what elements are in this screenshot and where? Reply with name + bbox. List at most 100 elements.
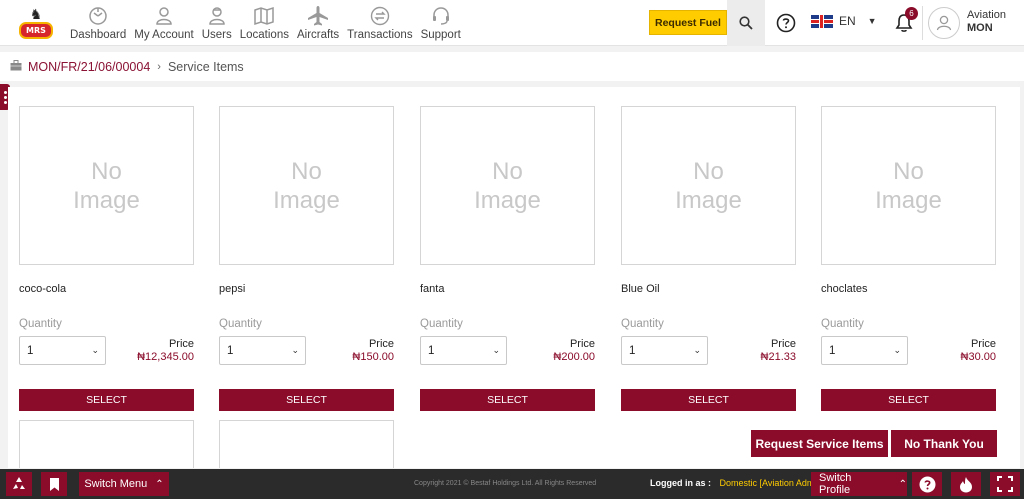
price-label: Price — [168, 338, 194, 350]
briefcase-icon — [10, 59, 22, 74]
user-menu[interactable]: Aviation MON — [967, 9, 1006, 35]
image-placeholder-text: Image — [875, 186, 942, 214]
footer-bar: Switch Menu ⌃ Copyright 2021 © Bestaf Ho… — [0, 469, 1024, 499]
image-placeholder-text: No — [893, 157, 924, 185]
quantity-label: Quantity — [821, 318, 864, 330]
expand-icon — [997, 476, 1013, 492]
question-icon — [776, 13, 796, 33]
recycle-button[interactable] — [6, 472, 32, 496]
select-button[interactable]: SELECT — [420, 389, 595, 411]
image-placeholder-text: No — [291, 157, 322, 185]
breadcrumb-order-link[interactable]: MON/FR/21/06/00004 — [28, 60, 150, 74]
price-block: Price ₦21.33 — [761, 338, 796, 364]
select-button[interactable]: SELECT — [621, 389, 796, 411]
product-image-placeholder: No Image — [821, 106, 996, 265]
price-value: ₦21.33 — [760, 351, 796, 363]
product-image-placeholder: No Image — [19, 106, 194, 265]
image-placeholder-text: No — [492, 157, 523, 185]
chevron-down-icon: ⌄ — [91, 345, 99, 355]
product-name: coco-cola — [19, 283, 67, 295]
bookmark-button[interactable] — [41, 472, 67, 496]
quantity-select[interactable]: 1 ⌄ — [621, 336, 708, 365]
top-navbar: ♞ MRS Dashboard My Account Users Locatio… — [0, 0, 1024, 46]
user-org: MON — [967, 22, 993, 34]
divider — [922, 6, 923, 40]
nav-my-account[interactable]: My Account — [130, 0, 197, 46]
product-card: No Image choclates Quantity 1 ⌄ Price ₦30.0… — [821, 106, 996, 411]
switch-menu-button[interactable]: Switch Menu ⌃ — [79, 472, 169, 496]
user-name: Aviation — [967, 9, 1006, 21]
nav-label: Transactions — [347, 28, 413, 41]
image-placeholder-text: No — [91, 157, 122, 185]
quantity-value: 1 — [428, 344, 435, 357]
nav-users[interactable]: Users — [198, 0, 236, 46]
breadcrumb-current: Service Items — [167, 59, 244, 74]
avatar[interactable] — [928, 7, 960, 39]
fullscreen-button[interactable] — [990, 472, 1020, 496]
request-fuel-button[interactable]: Request Fuel — [649, 10, 727, 35]
nav-aircrafts[interactable]: Aircrafts — [293, 0, 343, 46]
nav-label: Locations — [239, 28, 289, 41]
help-button[interactable] — [912, 472, 942, 496]
nav-locations[interactable]: Locations — [236, 0, 293, 46]
nav-dashboard[interactable]: Dashboard — [66, 0, 130, 46]
select-button[interactable]: SELECT — [219, 389, 394, 411]
language-selector[interactable]: EN ▼ — [811, 14, 877, 28]
quantity-select[interactable]: 1 ⌄ — [821, 336, 908, 365]
quantity-select[interactable]: 1 ⌄ — [219, 336, 306, 365]
switch-profile-label: Switch Profile — [819, 472, 852, 496]
quantity-select[interactable]: 1 ⌄ — [420, 336, 507, 365]
price-label: Price — [368, 338, 394, 350]
logged-in-info: Logged in as : Domestic [Aviation Admin] — [650, 478, 824, 488]
nav-support[interactable]: Support — [417, 0, 465, 46]
logged-in-label: Logged in as : — [650, 478, 712, 488]
image-placeholder-text: No — [693, 157, 724, 185]
question-icon — [919, 476, 935, 492]
image-placeholder-text: Image — [675, 186, 742, 214]
chevron-down-icon: ⌄ — [492, 345, 500, 355]
logo-badge: MRS — [19, 21, 53, 39]
map-icon — [253, 5, 275, 27]
quantity-select[interactable]: 1 ⌄ — [19, 336, 106, 365]
chevron-down-icon: ⌄ — [893, 345, 901, 355]
nav-transactions[interactable]: Transactions — [343, 0, 416, 46]
airplane-icon — [307, 5, 329, 27]
recycle-icon — [13, 477, 25, 489]
dot-icon — [3, 95, 7, 99]
select-button[interactable]: SELECT — [19, 389, 194, 411]
quantity-value: 1 — [629, 344, 636, 357]
price-value: ₦200.00 — [553, 351, 595, 363]
price-value: ₦150.00 — [352, 351, 394, 363]
dot-icon — [3, 100, 7, 104]
exchange-icon — [369, 5, 391, 27]
caret-down-icon: ▼ — [867, 16, 877, 26]
notifications-button[interactable]: 6 — [892, 7, 918, 36]
image-placeholder-text: Image — [73, 186, 140, 214]
fire-icon — [960, 476, 972, 492]
quantity-label: Quantity — [420, 318, 463, 330]
product-name: fanta — [420, 283, 445, 295]
quantity-value: 1 — [829, 344, 836, 357]
search-button[interactable] — [727, 0, 765, 46]
price-block: Price ₦150.00 — [352, 338, 394, 364]
quantity-value: 1 — [27, 344, 34, 357]
no-thank-you-button[interactable]: No Thank You — [891, 430, 997, 457]
quantity-label: Quantity — [19, 318, 62, 330]
price-label: Price — [970, 338, 996, 350]
select-button[interactable]: SELECT — [821, 389, 996, 411]
headset-icon — [430, 5, 452, 27]
help-button[interactable] — [770, 0, 802, 46]
nav-label: Support — [420, 28, 461, 41]
product-image-placeholder: No Image — [420, 106, 595, 265]
image-placeholder-text: Image — [474, 186, 541, 214]
switch-profile-button[interactable]: Switch Profile ⌃ — [811, 472, 907, 496]
request-service-items-button[interactable]: Request Service Items — [751, 430, 888, 457]
quantity-value: 1 — [227, 344, 234, 357]
user-avatar-icon — [936, 15, 952, 31]
price-label: Price — [770, 338, 796, 350]
product-image-placeholder: No Image — [621, 106, 796, 265]
fire-button[interactable] — [951, 472, 981, 496]
company-logo[interactable]: ♞ MRS — [14, 3, 58, 43]
bookmark-icon — [49, 477, 59, 491]
users-icon — [206, 5, 228, 27]
